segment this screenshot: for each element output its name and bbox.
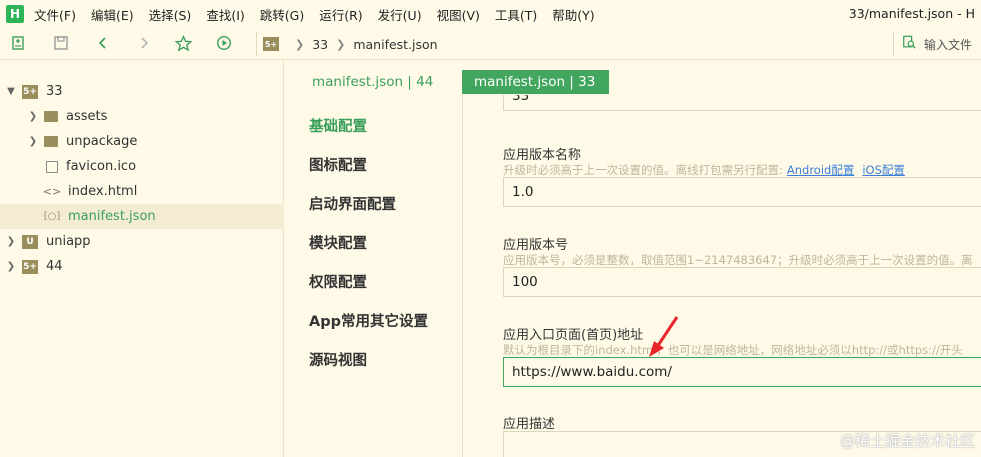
chevron-right-icon[interactable]: ❯: [4, 261, 18, 272]
menu-bar: H 文件(F) 编辑(E) 选择(S) 查找(I) 跳转(G) 运行(R) 发行…: [0, 0, 981, 28]
tree-label: 33: [46, 84, 63, 99]
window-title: 33/manifest.json - H: [848, 6, 975, 21]
nav-icon-config[interactable]: 图标配置: [309, 154, 367, 175]
tree-item-assets[interactable]: ❯ assets: [0, 104, 284, 129]
nav-permission-config[interactable]: 权限配置: [309, 271, 367, 292]
chevron-right-icon[interactable]: ❯: [4, 236, 18, 247]
html-file-icon: <>: [42, 185, 62, 198]
chevron-down-icon[interactable]: ▼: [4, 86, 18, 97]
version-code-input[interactable]: 100: [503, 267, 981, 297]
star-icon[interactable]: [174, 34, 192, 52]
chevron-right-icon[interactable]: ❯: [26, 111, 40, 122]
tree-label: 44: [46, 259, 63, 274]
nav-app-other-settings[interactable]: App常用其它设置: [309, 310, 428, 331]
tree-label: assets: [66, 109, 108, 124]
tree-label: manifest.json: [68, 209, 156, 224]
annotation-arrow-icon: [649, 316, 679, 357]
menu-view[interactable]: 视图(V): [437, 5, 480, 24]
tree-item-uniapp[interactable]: ❯ U uniapp: [0, 229, 284, 254]
breadcrumb-project[interactable]: 33: [312, 37, 328, 52]
toolbar: 5+ ❯ 33 ❯ manifest.json 输入文件: [0, 28, 981, 60]
back-icon[interactable]: [94, 34, 112, 52]
breadcrumb-separator-icon: ❯: [295, 37, 305, 51]
version-name-hint: 升级时必须高于上一次设置的值。离线打包需另行配置: Android配置 iOS配置: [503, 162, 905, 178]
json-file-icon: [○]: [43, 211, 61, 222]
nav-source-view[interactable]: 源码视图: [309, 349, 367, 370]
description-label: 应用描述: [503, 417, 556, 432]
settings-nav: 基础配置 图标配置 启动界面配置 模块配置 权限配置 App常用其它设置 源码视…: [285, 95, 463, 457]
tree-item-33[interactable]: ▼ 5+ 33: [0, 79, 284, 104]
version-name-label: 应用版本名称: [503, 148, 582, 163]
tree-item-manifest-json[interactable]: [○] manifest.json: [0, 204, 284, 229]
tab-manifest-44[interactable]: manifest.json | 44: [300, 70, 445, 94]
version-code-hint: 应用版本号，必须是整数，取值范围1~2147483647；升级时必须高于上一次设…: [503, 253, 973, 267]
tree-label: index.html: [68, 184, 138, 199]
project-badge-icon: 5+: [263, 37, 279, 51]
menu-help[interactable]: 帮助(Y): [552, 5, 594, 24]
tree-item-index-html[interactable]: <> index.html: [0, 179, 284, 204]
app-logo: H: [6, 5, 24, 23]
menu-goto[interactable]: 跳转(G): [260, 5, 304, 24]
project-tree: ▼ 5+ 33 ❯ assets ❯ unpackage favicon.ico…: [0, 60, 284, 457]
breadcrumb-separator-icon: ❯: [336, 37, 346, 51]
nav-module-config[interactable]: 模块配置: [309, 232, 367, 253]
tree-label: unpackage: [66, 134, 138, 149]
menu-run[interactable]: 运行(R): [319, 5, 362, 24]
entry-page-hint: 默认为根目录下的index.html，也可以是网络地址，网络地址必须以http:…: [503, 343, 963, 357]
menu-tools[interactable]: 工具(T): [495, 5, 537, 24]
tree-item-favicon[interactable]: favicon.ico: [0, 154, 284, 179]
menu-find[interactable]: 查找(I): [206, 5, 244, 24]
version-code-label: 应用版本号: [503, 238, 569, 253]
tree-item-44[interactable]: ❯ 5+ 44: [0, 254, 284, 279]
folder-icon: [44, 111, 58, 122]
version-name-hint-text: 升级时必须高于上一次设置的值。离线打包需另行配置:: [503, 163, 783, 177]
menu-edit[interactable]: 编辑(E): [91, 5, 134, 24]
uniapp-project-icon: U: [22, 234, 38, 249]
run-icon[interactable]: [215, 34, 233, 52]
entry-page-input[interactable]: https://www.baidu.com/: [503, 357, 981, 387]
menu-publish[interactable]: 发行(U): [378, 5, 422, 24]
menu-select[interactable]: 选择(S): [149, 5, 192, 24]
breadcrumb-file[interactable]: manifest.json: [353, 37, 437, 52]
watermark: @稀土掘金技术社区: [839, 432, 975, 450]
project-icon: 5+: [22, 84, 38, 99]
app-top-field[interactable]: 33: [503, 95, 981, 111]
image-file-icon: [46, 160, 58, 173]
ios-config-link[interactable]: iOS配置: [862, 163, 905, 177]
file-search-input[interactable]: 输入文件: [893, 32, 981, 56]
tree-label: favicon.ico: [66, 159, 137, 174]
search-placeholder: 输入文件: [924, 37, 973, 52]
tab-manifest-33[interactable]: manifest.json | 33: [462, 70, 609, 94]
chevron-right-icon[interactable]: ❯: [26, 136, 40, 147]
new-file-icon[interactable]: [10, 34, 28, 52]
tree-item-unpackage[interactable]: ❯ unpackage: [0, 129, 284, 154]
nav-basic-config[interactable]: 基础配置: [309, 115, 367, 136]
project-icon: 5+: [22, 259, 38, 274]
editor-tabs: manifest.json | 44 manifest.json | 33: [285, 60, 981, 95]
tree-label: uniapp: [46, 234, 91, 249]
folder-icon: [44, 136, 58, 147]
nav-splash-config[interactable]: 启动界面配置: [309, 193, 396, 214]
forward-icon[interactable]: [135, 34, 153, 52]
version-name-input[interactable]: 1.0: [503, 177, 981, 207]
entry-page-label: 应用入口页面(首页)地址: [503, 328, 644, 343]
breadcrumb: 5+ ❯ 33 ❯ manifest.json: [256, 32, 438, 56]
menu-file[interactable]: 文件(F): [34, 5, 76, 24]
save-icon[interactable]: [52, 34, 70, 52]
basic-config-form: 33 应用版本名称 升级时必须高于上一次设置的值。离线打包需另行配置: Andro…: [463, 95, 981, 457]
android-config-link[interactable]: Android配置: [787, 163, 854, 177]
search-file-icon: [902, 35, 916, 53]
